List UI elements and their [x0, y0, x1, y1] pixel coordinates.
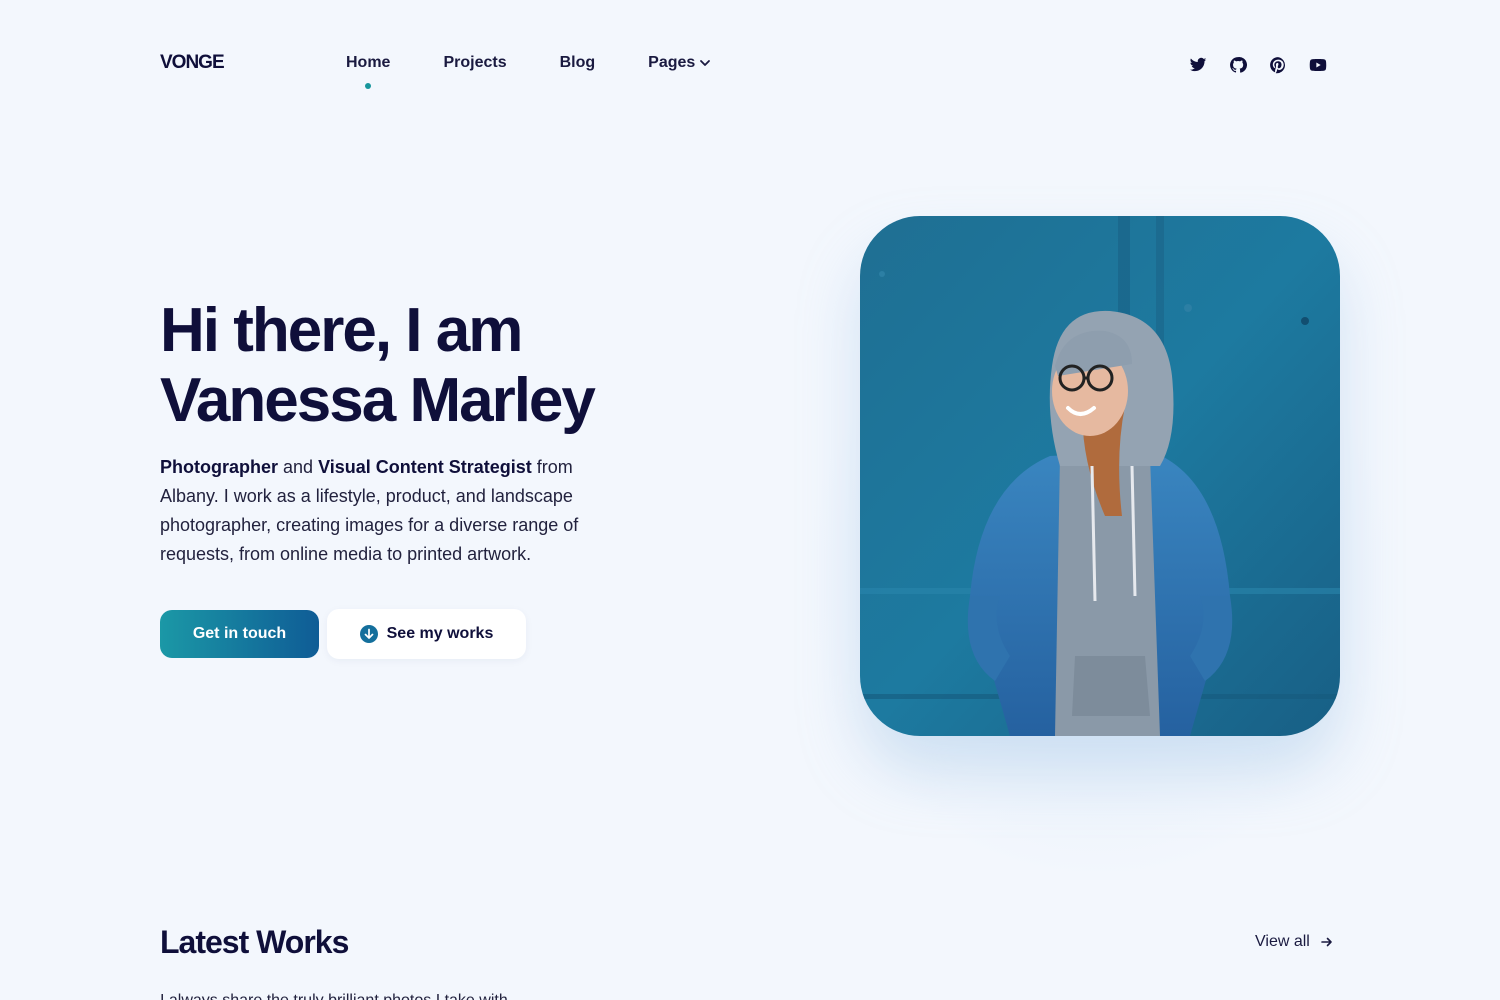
active-indicator-dot — [365, 83, 372, 89]
youtube-icon — [1309, 59, 1327, 71]
arrow-right-icon — [1321, 937, 1332, 947]
latest-works-intro-text: I always share the truly brilliant photo… — [160, 992, 620, 1000]
nav-item-projects[interactable]: Projects — [443, 54, 506, 72]
nav-item-label: Projects — [443, 54, 507, 71]
github-icon — [1230, 57, 1247, 73]
nav-item-blog[interactable]: Blog — [560, 54, 596, 72]
portrait-illustration — [860, 216, 1340, 736]
nav-item-label: Pages — [648, 54, 696, 71]
see-my-works-label: See my works — [386, 625, 494, 642]
twitter-link[interactable] — [1188, 55, 1208, 75]
pinterest-icon — [1270, 57, 1285, 74]
see-my-works-button[interactable]: See my works — [327, 609, 526, 659]
desc-and: and — [278, 457, 319, 477]
social-links — [1188, 55, 1348, 75]
youtube-link[interactable] — [1308, 55, 1328, 75]
get-in-touch-button[interactable]: Get in touch — [160, 610, 319, 658]
nav-item-home[interactable]: Home — [346, 54, 391, 89]
latest-works-title: Latest Works — [160, 924, 349, 960]
site-logo[interactable]: VONGE — [160, 52, 225, 74]
hero-title-line-1: Hi there, I am — [160, 296, 523, 365]
nav-item-pages[interactable]: Pages — [648, 54, 711, 72]
github-link[interactable] — [1228, 55, 1248, 75]
page: VONGE Home Projects Blog Pages Hi there,… — [0, 0, 1500, 1000]
hero-title-line-2: Vanessa Marley — [160, 366, 596, 435]
twitter-icon — [1189, 57, 1207, 72]
view-all-link[interactable]: View all — [1255, 933, 1334, 951]
hero-title: Hi there, I am Vanessa Marley — [160, 296, 720, 436]
nav-item-label: Blog — [559, 54, 596, 71]
main-nav: Home Projects Blog Pages — [346, 54, 764, 89]
arrow-down-circle-icon — [359, 625, 378, 643]
latest-works-intro: I always share the truly brilliant photo… — [160, 992, 620, 1000]
view-all-label: View all — [1255, 933, 1310, 950]
hero-description: Photographer and Visual Content Strategi… — [160, 453, 630, 569]
role-strategist: Visual Content Strategist — [318, 457, 532, 477]
portrait-photo — [860, 216, 1340, 736]
pinterest-link[interactable] — [1268, 55, 1288, 75]
nav-item-label: Home — [346, 54, 391, 71]
chevron-down-icon — [700, 60, 711, 66]
role-photographer: Photographer — [160, 457, 279, 477]
